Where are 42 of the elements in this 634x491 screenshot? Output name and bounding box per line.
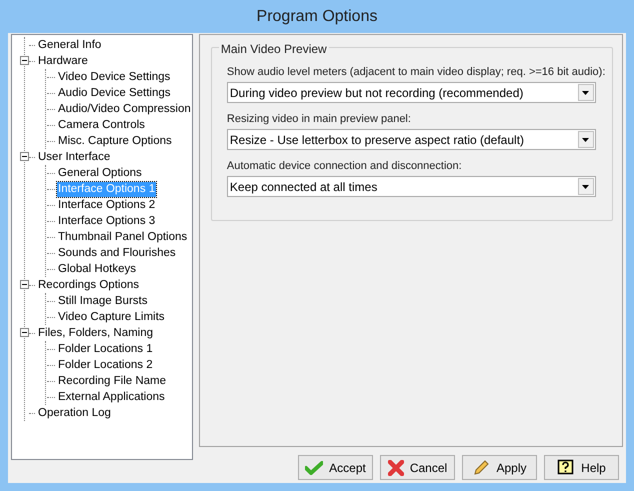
tree-item[interactable]: User Interface	[37, 150, 112, 164]
tree-item[interactable]: Global Hotkeys	[57, 262, 137, 276]
tree-item[interactable]: Still Image Bursts	[57, 294, 148, 308]
dialog-button[interactable]: Cancel	[380, 455, 455, 480]
tree-item[interactable]: Interface Options 3	[57, 214, 156, 228]
pencil-icon	[472, 458, 490, 476]
tree-item[interactable]: Interface Options 2	[57, 198, 156, 212]
field-label: Automatic device connection and disconnection:	[226, 159, 462, 174]
dialog-button[interactable]: Help	[544, 455, 619, 480]
tree-item[interactable]: Sounds and Flourishes	[57, 246, 177, 260]
tree-item[interactable]: Folder Locations 1	[57, 342, 154, 356]
tree-item[interactable]: Video Capture Limits	[57, 310, 166, 324]
field-label: Show audio level meters (adjacent to main video display; req. >=16 bit audio):	[226, 65, 606, 80]
tree-item[interactable]: Hardware	[37, 54, 89, 68]
tree-item[interactable]: Files, Folders, Naming	[37, 326, 154, 340]
collapse-icon[interactable]	[20, 280, 29, 289]
tree-item[interactable]: General Options	[57, 166, 143, 180]
dropdown[interactable]: During video preview but not recording (recommended)	[226, 82, 596, 103]
window-title: Program Options	[256, 6, 378, 26]
tree-item[interactable]: Video Device Settings	[57, 70, 172, 84]
tree-item[interactable]: Recording File Name	[57, 374, 168, 388]
tree-item[interactable]: External Applications	[57, 390, 166, 404]
tree-item[interactable]: Camera Controls	[57, 118, 146, 132]
field-label: Resizing video in main preview panel:	[226, 112, 411, 127]
tree-item[interactable]: Folder Locations 2	[57, 358, 154, 372]
tree-item[interactable]: Misc. Capture Options	[57, 134, 173, 148]
dialog-button[interactable]: Apply	[462, 455, 537, 480]
tree-item[interactable]: Recordings Options	[37, 278, 140, 292]
tree-item[interactable]: Thumbnail Panel Options	[57, 230, 188, 244]
collapse-icon[interactable]	[20, 56, 29, 65]
tree-item[interactable]: General Info	[37, 38, 102, 52]
tree-item[interactable]: Audio/Video Compression	[57, 102, 192, 116]
dropdown[interactable]: Resize - Use letterbox to preserve aspect ratio (default)	[226, 129, 596, 150]
collapse-icon[interactable]	[20, 152, 29, 161]
close-icon	[388, 460, 404, 476]
dropdown[interactable]: Keep connected at all times	[226, 176, 596, 197]
tree-item[interactable]: Audio Device Settings	[57, 86, 172, 100]
collapse-icon[interactable]	[20, 328, 29, 337]
tree-item[interactable]: Operation Log	[37, 406, 112, 420]
dialog-button[interactable]: Accept	[298, 455, 373, 480]
help-icon	[557, 458, 576, 476]
checkmark-icon	[305, 460, 324, 474]
